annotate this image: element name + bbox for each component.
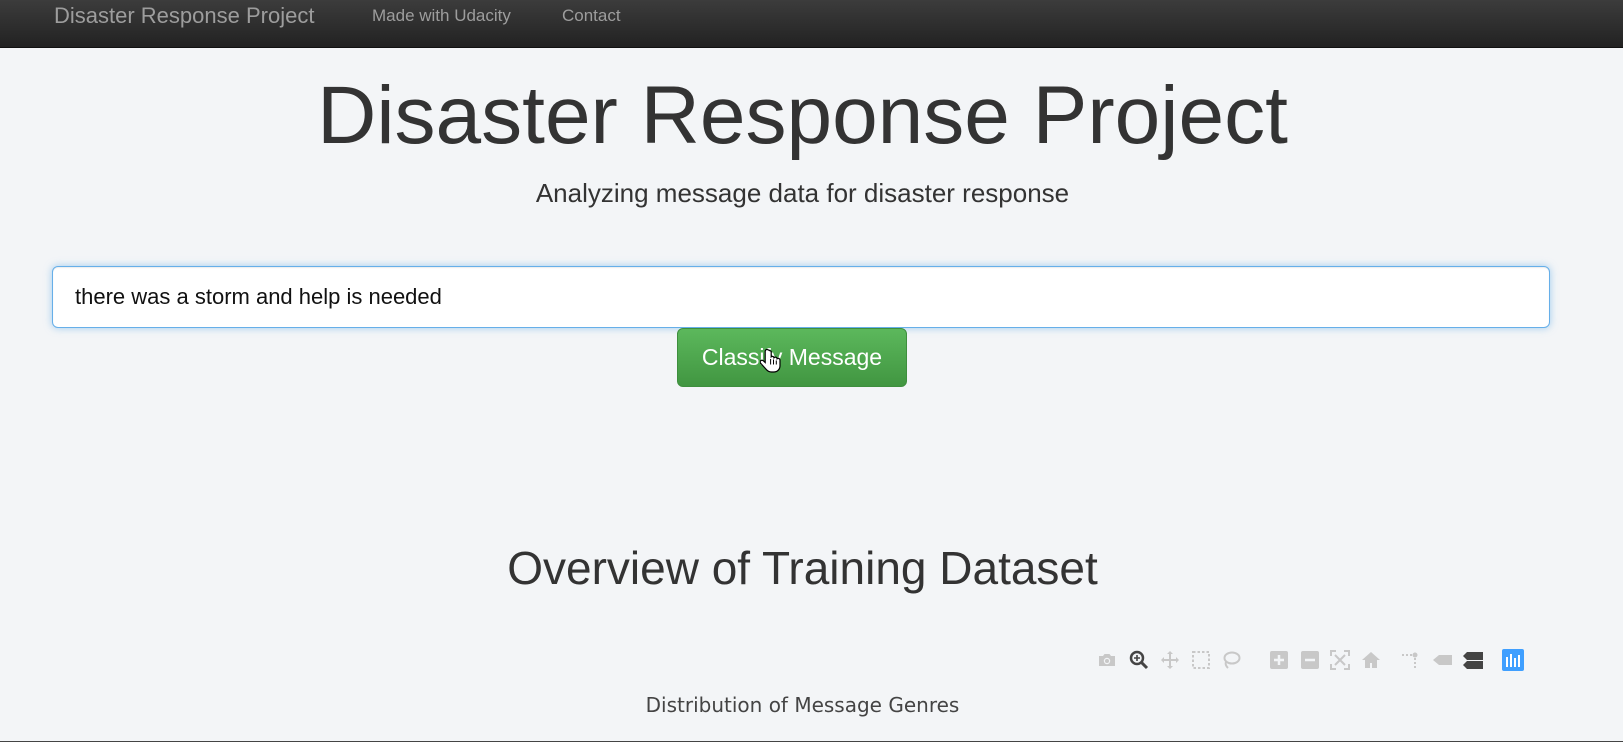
spike-lines-icon[interactable] — [1400, 649, 1422, 671]
classify-message-button[interactable]: Classify Message — [677, 328, 907, 387]
nav-link-udacity[interactable]: Made with Udacity — [372, 5, 511, 27]
nav-link-contact[interactable]: Contact — [562, 5, 621, 27]
zoom-icon[interactable] — [1128, 649, 1150, 671]
plotly-logo-icon[interactable] — [1502, 649, 1524, 671]
pan-icon[interactable] — [1159, 649, 1181, 671]
page: Disaster Response Project Made with Udac… — [0, 0, 1623, 742]
hover-closest-icon[interactable] — [1431, 649, 1453, 671]
page-subtitle: Analyzing message data for disaster resp… — [535, 178, 1070, 208]
overview-title: Overview of Training Dataset — [507, 542, 1098, 594]
zoom-out-icon[interactable] — [1299, 649, 1321, 671]
message-input[interactable] — [52, 266, 1550, 328]
zoom-in-icon[interactable] — [1268, 649, 1290, 671]
hover-compare-icon[interactable] — [1462, 649, 1484, 671]
box-select-icon[interactable] — [1190, 649, 1212, 671]
page-title: Disaster Response Project — [317, 70, 1288, 161]
hand-cursor-icon — [760, 348, 781, 373]
navbar: Disaster Response Project Made with Udac… — [0, 0, 1623, 48]
lasso-select-icon[interactable] — [1220, 649, 1242, 671]
camera-icon[interactable] — [1096, 649, 1118, 671]
navbar-brand[interactable]: Disaster Response Project — [54, 3, 314, 29]
reset-axes-icon[interactable] — [1360, 649, 1382, 671]
chart-title: Distribution of Message Genres — [645, 693, 960, 717]
autoscale-icon[interactable] — [1329, 649, 1351, 671]
